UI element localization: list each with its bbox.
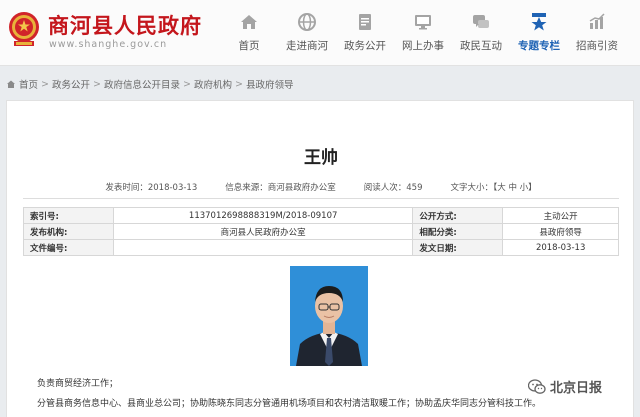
nav-label: 政务公开 xyxy=(344,40,386,52)
star-icon xyxy=(531,13,547,31)
table-label: 索引号: xyxy=(23,207,114,224)
table-row: 索引号: 1137012698888319M/2018-09107 公开方式: … xyxy=(23,207,619,224)
nav-item-about[interactable]: 走进商河 xyxy=(278,0,336,66)
article-meta: 发表时间：2018-03-13 信息来源：商河县政府办公室 阅读人次：459 文… xyxy=(7,181,635,193)
article-card: 王帅 发表时间：2018-03-13 信息来源：商河县政府办公室 阅读人次：45… xyxy=(6,100,634,417)
breadcrumb-separator: > xyxy=(182,78,191,90)
document-icon xyxy=(359,14,371,30)
nav-item-online-service[interactable]: 网上办事 xyxy=(394,0,452,66)
home-icon xyxy=(7,80,15,88)
breadcrumb-link-gov-agencies[interactable]: 政府机构 xyxy=(194,77,232,91)
breadcrumb-link-gov-affairs[interactable]: 政务公开 xyxy=(52,77,90,91)
nav-label: 政民互动 xyxy=(460,40,502,52)
breadcrumb-link-catalog[interactable]: 政府信息公开目录 xyxy=(104,77,180,91)
watermark-text: 北京日报 xyxy=(550,381,603,396)
breadcrumb: 首页 > 政务公开 > 政府信息公开目录 > 政府机构 > 县政府领导 xyxy=(6,77,293,91)
breadcrumb-separator: > xyxy=(234,78,243,90)
site-header: 商河县人民政府 www.shanghe.gov.cn 首页 走进商河 政务公开 … xyxy=(0,0,640,66)
table-value xyxy=(112,239,414,256)
site-domain: www.shanghe.gov.cn xyxy=(49,39,168,50)
home-icon xyxy=(241,15,257,29)
monitor-icon xyxy=(415,15,431,30)
breadcrumb-link-leaders[interactable]: 县政府领导 xyxy=(246,77,294,91)
wechat-icon xyxy=(528,378,546,394)
table-value: 商河县人民政府办公室 xyxy=(112,223,414,240)
page-title: 王帅 xyxy=(304,148,338,168)
nav-label: 招商引资 xyxy=(576,40,618,52)
main-nav: 首页 走进商河 政务公开 网上办事 政民互动 专题专栏 招商引资 xyxy=(220,0,626,66)
nav-item-special-topics[interactable]: 专题专栏 xyxy=(510,0,568,66)
table-label: 文件编号: xyxy=(23,239,114,256)
portrait-photo xyxy=(290,266,368,366)
watermark: 北京日报 xyxy=(528,377,602,396)
bar-chart-icon xyxy=(589,13,605,29)
portrait-image xyxy=(290,266,368,366)
table-row: 发布机构: 商河县人民政府办公室 相配分类: 县政府领导 xyxy=(23,223,619,240)
nav-item-investment[interactable]: 招商引资 xyxy=(568,0,626,66)
nav-item-gov-affairs[interactable]: 政务公开 xyxy=(336,0,394,66)
divider xyxy=(23,198,619,199)
table-value: 1137012698888319M/2018-09107 xyxy=(112,207,414,224)
nav-label: 专题专栏 xyxy=(518,40,560,52)
chat-icon xyxy=(473,15,489,28)
breadcrumb-separator: > xyxy=(41,78,49,90)
table-label: 相配分类: xyxy=(412,223,504,240)
duty-text-line2: 分管县商务信息中心、县商业总公司；协助陈晓东同志分管通用机场项目和农村清洁取暖工… xyxy=(37,399,542,409)
publish-time: 发表时间：2018-03-13 xyxy=(105,183,198,193)
view-count: 阅读人次：459 xyxy=(363,183,423,193)
nav-item-interaction[interactable]: 政民互动 xyxy=(452,0,510,66)
table-value: 2018-03-13 xyxy=(502,239,619,256)
table-label: 公开方式: xyxy=(412,207,504,224)
font-size-switcher[interactable]: 文字大小：【大 中 小】 xyxy=(451,181,537,193)
table-label: 发文日期: xyxy=(412,239,504,256)
site-name[interactable]: 商河县人民政府 xyxy=(48,10,202,40)
nav-label: 首页 xyxy=(238,40,260,52)
table-row: 文件编号: 发文日期: 2018-03-13 xyxy=(23,239,619,256)
breadcrumb-separator: > xyxy=(93,78,101,90)
nav-label: 网上办事 xyxy=(402,40,444,52)
table-label: 发布机构: xyxy=(23,223,114,240)
info-table: 索引号: 1137012698888319M/2018-09107 公开方式: … xyxy=(23,207,619,256)
table-value: 县政府领导 xyxy=(502,223,619,240)
globe-icon xyxy=(298,13,316,31)
breadcrumb-link-home[interactable]: 首页 xyxy=(19,77,38,91)
table-value: 主动公开 xyxy=(502,207,619,224)
info-source: 信息来源：商河县政府办公室 xyxy=(225,183,336,193)
nav-item-home[interactable]: 首页 xyxy=(220,0,278,66)
duty-text-line1: 负责商贸经济工作； xyxy=(37,379,119,389)
national-emblem-icon[interactable] xyxy=(6,10,42,48)
nav-label: 走进商河 xyxy=(286,40,328,52)
